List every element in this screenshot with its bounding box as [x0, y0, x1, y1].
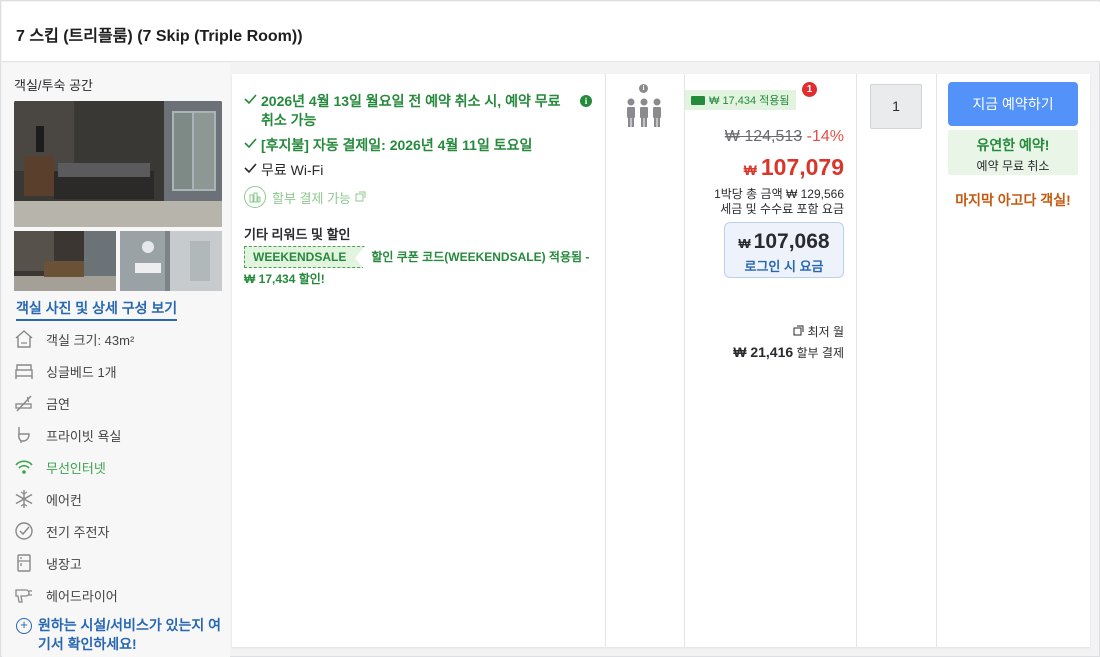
amenity-label: 싱글베드 1개 — [46, 364, 117, 380]
benefit-pay-later: [후지불] 자동 결제일: 2026년 4월 11일 토요일 — [244, 136, 592, 155]
amenity-label: 금연 — [46, 396, 70, 412]
hairdryer-icon — [14, 585, 34, 605]
per-night-line: 1박당 총 금액 ₩ 129,566 — [714, 187, 844, 201]
column-divider — [684, 74, 685, 647]
amenity-label: 에어컨 — [46, 492, 82, 508]
three-persons-icon — [627, 98, 661, 127]
amenity-hairdryer: 헤어드라이어 — [14, 583, 224, 607]
column-divider — [856, 74, 857, 647]
amenity-fridge: 냉장고 — [14, 551, 224, 575]
room-offer-card: 2026년 4월 13일 월요일 전 예약 취소 시, 예약 무료 취소 가능 … — [232, 74, 1090, 647]
benefit-free-cancel: 2026년 4월 13일 월요일 전 예약 취소 시, 예약 무료 취소 가능 … — [244, 92, 592, 130]
kettle-icon — [14, 521, 34, 541]
notification-badge: 1 — [802, 82, 817, 97]
login-price-box[interactable]: ₩107,068 로그인 시 요금 — [724, 222, 844, 278]
min-monthly-label: 최저 월 — [793, 323, 844, 340]
currency-symbol: ₩ — [743, 162, 757, 178]
amenity-room-size: 객실 크기: 43m² — [14, 327, 224, 351]
flexible-booking-box: 유연한 예약! 예약 무료 취소 — [948, 130, 1078, 175]
min-monthly-amount: ₩ 21,416 할부 결제 — [733, 344, 844, 361]
benefit-text: 2026년 4월 13일 월요일 전 예약 취소 시, 예약 무료 취소 가능 — [261, 93, 561, 128]
benefit-text: 무료 Wi-Fi — [261, 162, 324, 178]
min-amount-suffix: 할부 결제 — [796, 346, 845, 360]
room-header: 7 스킵 (트리플룸) (7 Skip (Triple Room)) — [2, 2, 1100, 62]
benefits-list: 2026년 4월 13일 월요일 전 예약 취소 시, 예약 무료 취소 가능 … — [244, 92, 592, 208]
login-price-value: 107,068 — [753, 230, 830, 253]
coupon-applied-badge: ₩ 17,434 적용됨 — [685, 90, 796, 110]
room-info-panel: 객실/투숙 공간 객실 사진 및 상세 구성 보기 객실 크기: 43m² 싱글… — [2, 63, 230, 657]
amenity-label: 헤어드라이어 — [46, 588, 118, 604]
bathtub-icon — [14, 425, 34, 445]
room-category-label: 객실/투숙 공간 — [14, 78, 93, 93]
ticket-icon — [691, 95, 705, 105]
login-price: ₩107,068 — [725, 230, 843, 254]
min-month-text: 최저 월 — [807, 325, 844, 339]
installment-icon — [244, 186, 266, 208]
no-smoking-icon — [14, 393, 34, 413]
amenity-label: 객실 크기: 43m² — [46, 332, 135, 348]
benefit-text: [후지불] 자동 결제일: 2026년 4월 11일 토요일 — [261, 137, 533, 153]
room-photos-link[interactable]: 객실 사진 및 상세 구성 보기 — [16, 298, 178, 321]
amenity-label: 프라이빗 욕실 — [46, 428, 122, 444]
external-link-icon — [355, 190, 366, 205]
amenity-wifi: 무선인터넷 — [14, 455, 224, 479]
room-frame: 7 스킵 (트리플룸) (7 Skip (Triple Room)) 객실/투숙… — [0, 0, 1100, 657]
bed-icon — [14, 361, 34, 381]
amenity-no-smoking: 금연 — [14, 391, 224, 415]
fridge-icon — [14, 553, 34, 573]
amenities-more-label: 원하는 시설/서비스가 있는지 여기서 확인하세요! — [38, 617, 221, 652]
strikethrough-price: ₩ 124,513 — [724, 128, 803, 145]
amenity-bed: 싱글베드 1개 — [14, 359, 224, 383]
check-icon — [244, 92, 257, 109]
min-amount-value: ₩ 21,416 — [733, 344, 794, 360]
amenity-label: 냉장고 — [46, 556, 82, 572]
room-title: 7 스킵 (트리플룸) (7 Skip (Triple Room)) — [16, 28, 303, 45]
book-now-button[interactable]: 지금 예약하기 — [948, 82, 1078, 126]
column-divider — [605, 74, 606, 647]
house-size-icon — [14, 329, 34, 349]
room-quantity-select[interactable]: 1 — [870, 84, 922, 129]
sale-price-value: 107,079 — [760, 154, 844, 180]
column-divider — [936, 74, 937, 647]
per-night-tax-note: 세금 및 수수료 포함 요금 — [720, 202, 844, 216]
sale-price: ₩107,079 — [744, 154, 844, 181]
currency-symbol: ₩ — [738, 236, 751, 251]
room-photo-thumb-1[interactable] — [14, 231, 116, 291]
other-rewards-title: 기타 리워드 및 할인 — [244, 227, 351, 242]
info-icon[interactable]: i — [639, 84, 648, 93]
check-icon — [244, 136, 257, 153]
plus-circle-icon: + — [16, 618, 32, 634]
flexible-booking-sub: 예약 무료 취소 — [976, 159, 1050, 173]
room-photo-main[interactable] — [14, 101, 222, 227]
coupon-applied: WEEKENDSALE 할인 쿠폰 코드(WEEKENDSALE) 적용됨 - ₩… — [244, 246, 594, 290]
original-price: ₩ 124,513 -14% — [725, 128, 844, 146]
external-link-icon — [793, 325, 807, 339]
per-night-total: 1박당 총 금액 ₩ 129,566 세금 및 수수료 포함 요금 — [714, 187, 844, 217]
amenity-kettle: 전기 주전자 — [14, 519, 224, 543]
room-photo-thumb-2[interactable] — [120, 231, 222, 291]
discount-percent: -14% — [806, 128, 844, 145]
amenity-label: 전기 주전자 — [46, 524, 110, 540]
coupon-code-tag: WEEKENDSALE — [244, 246, 366, 270]
installment-available[interactable]: 할부 결제 가능 — [244, 186, 592, 208]
wifi-icon — [14, 457, 34, 477]
check-icon — [244, 161, 257, 178]
applied-amount: ₩ 17,434 적용됨 — [709, 95, 790, 107]
amenity-private-bath: 프라이빗 욕실 — [14, 423, 224, 447]
amenity-aircon: 에어컨 — [14, 487, 224, 511]
installment-label: 할부 결제 가능 — [272, 190, 351, 206]
info-icon[interactable]: i — [580, 95, 592, 107]
last-room-notice: 마지막 아고다 객실! — [955, 192, 1071, 208]
login-price-label: 로그인 시 요금 — [744, 259, 824, 274]
flexible-booking-title: 유연한 예약! — [976, 137, 1050, 153]
guest-capacity: i — [624, 84, 664, 129]
amenity-label: 무선인터넷 — [46, 460, 106, 476]
benefit-wifi: 무료 Wi-Fi — [244, 161, 592, 180]
snowflake-icon — [14, 489, 34, 509]
amenities-more-link[interactable]: + 원하는 시설/서비스가 있는지 여기서 확인하세요! — [16, 616, 226, 654]
